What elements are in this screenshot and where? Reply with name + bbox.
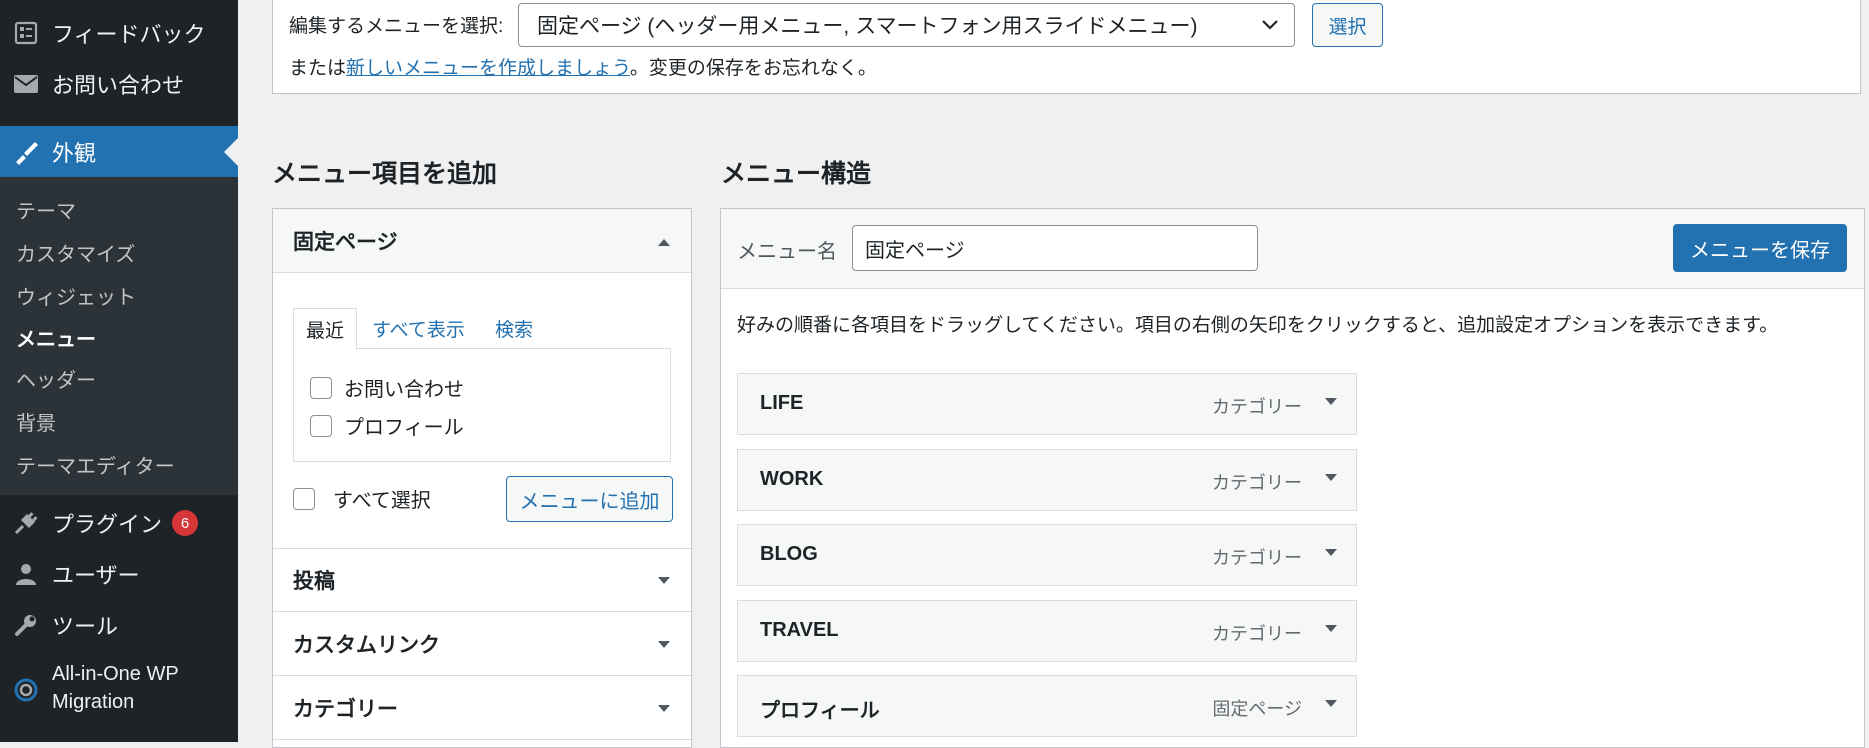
caret-down-icon — [657, 632, 671, 656]
note-suffix: 。変更の保存をお忘れなく。 — [629, 58, 877, 79]
menu-item-type: カテゴリー — [1212, 397, 1302, 417]
sidebar-item-label: フィードバック — [52, 22, 206, 47]
submenu-item-menus[interactable]: メニュー — [16, 323, 96, 352]
sidebar-item-label: ユーザー — [52, 563, 140, 588]
menu-select-dropdown[interactable]: 固定ページ (ヘッダー用メニュー, スマートフォン用スライドメニュー) — [518, 3, 1295, 47]
page-checkbox-label: プロフィール — [344, 417, 464, 439]
menu-item-type: カテゴリー — [1212, 548, 1302, 568]
select-menu-box: 編集するメニューを選択: 固定ページ (ヘッダー用メニュー, スマートフォン用ス… — [272, 0, 1861, 94]
update-count-badge: 6 — [172, 510, 199, 536]
select-all-label: すべて選択 — [333, 490, 431, 512]
submenu-item-theme-editor[interactable]: テーマエディター — [16, 450, 175, 479]
caret-up-icon — [657, 229, 671, 253]
accordion-pages-header[interactable]: 固定ページ — [273, 209, 691, 273]
menu-item-title: プロフィール — [760, 700, 880, 722]
user-icon — [12, 560, 40, 588]
select-menu-label: 編集するメニューを選択: — [289, 16, 504, 37]
menu-name-label: メニュー名 — [737, 241, 837, 263]
expand-arrow-icon[interactable] — [1324, 696, 1338, 714]
sidebar-item-label: All-in-One WP Migration — [52, 660, 179, 716]
caret-down-icon — [657, 696, 671, 720]
drag-instructions: 好みの順番に各項目をドラッグしてください。項目の右側の矢印をクリックすると、追加… — [737, 315, 1779, 336]
menu-item-title: WORK — [760, 468, 824, 490]
accordion-custom-links-header[interactable]: カスタムリンク — [273, 612, 691, 676]
sidebar-item-tools[interactable]: ツール — [0, 600, 238, 650]
sidebar-item-migration[interactable]: All-in-One WP Migration — [0, 658, 238, 718]
select-button[interactable]: 選択 — [1312, 3, 1383, 47]
submenu-item-themes[interactable]: テーマ — [16, 195, 76, 224]
menu-item-title: BLOG — [760, 543, 818, 565]
accordion-title: カスタムリンク — [293, 633, 440, 657]
page-checkbox[interactable] — [310, 376, 332, 399]
caret-down-icon — [657, 568, 671, 592]
menu-item-type: カテゴリー — [1212, 624, 1302, 644]
menu-structure-header: メニュー名 メニューを保存 — [721, 209, 1864, 289]
migration-label-line1: All-in-One WP — [52, 663, 179, 685]
add-menu-items-panel: 固定ページ 最近 すべて表示 検索 お問い合わせ プロフィール すべて選択 メニ… — [272, 208, 692, 748]
menu-item-row[interactable]: LIFE カテゴリー — [737, 373, 1357, 435]
sidebar-item-plugins[interactable]: プラグイン 6 — [0, 498, 238, 548]
migration-icon — [12, 676, 40, 704]
sidebar-item-label: プラグイン 6 — [52, 507, 199, 539]
tab-recent[interactable]: 最近 — [293, 308, 357, 350]
menu-item-title: TRAVEL — [760, 619, 839, 641]
accordion-title: カテゴリー — [293, 697, 398, 721]
plugin-icon — [12, 509, 40, 537]
submenu-item-widgets[interactable]: ウィジェット — [16, 281, 136, 310]
accordion-categories-header[interactable]: カテゴリー — [273, 676, 691, 740]
accordion-posts-header[interactable]: 投稿 — [273, 548, 691, 612]
appearance-submenu: テーマ カスタマイズ ウィジェット メニュー ヘッダー 背景 テーマエディター — [0, 177, 238, 495]
create-new-menu-link[interactable]: 新しいメニューを作成しましょう — [346, 58, 630, 79]
recent-pages-list: お問い合わせ プロフィール — [293, 348, 671, 462]
sidebar-item-label: お問い合わせ — [52, 73, 185, 98]
submenu-item-customize[interactable]: カスタマイズ — [16, 238, 135, 267]
create-menu-note: または新しいメニューを作成しましょう。変更の保存をお忘れなく。 — [289, 53, 877, 80]
sidebar-item-label: 外観 — [52, 140, 97, 166]
add-to-menu-button[interactable]: メニューに追加 — [506, 476, 673, 522]
add-menu-items-heading: メニュー項目を追加 — [272, 160, 498, 188]
select-all-row[interactable]: すべて選択 — [293, 484, 431, 513]
menu-structure-panel: メニュー名 メニューを保存 好みの順番に各項目をドラッグしてください。項目の右側… — [720, 208, 1865, 748]
menu-select-value: 固定ページ (ヘッダー用メニュー, スマートフォン用スライドメニュー) — [537, 15, 1198, 38]
plugins-label: プラグイン — [52, 512, 163, 537]
menu-item-row[interactable]: プロフィール 固定ページ — [737, 675, 1357, 737]
sidebar-item-label: ツール — [52, 614, 119, 639]
page-checkbox-label: お問い合わせ — [344, 379, 464, 401]
menu-item-type: 固定ページ — [1212, 699, 1302, 719]
page-checkbox-row[interactable]: お問い合わせ — [310, 373, 464, 402]
menu-item-row[interactable]: TRAVEL カテゴリー — [737, 600, 1357, 662]
page-checkbox[interactable] — [310, 414, 332, 437]
migration-label-line2: Migration — [52, 691, 135, 713]
sidebar-item-appearance[interactable]: 外観 — [0, 126, 238, 177]
submenu-item-background[interactable]: 背景 — [16, 407, 56, 436]
expand-arrow-icon[interactable] — [1324, 470, 1338, 488]
accordion-title: 固定ページ — [293, 230, 398, 254]
menu-name-input[interactable] — [852, 225, 1258, 271]
admin-sidebar: フィードバック お問い合わせ 外観 テーマ カスタマイズ ウィジェット メニュー… — [0, 0, 238, 742]
accordion-title: 投稿 — [293, 570, 335, 593]
expand-arrow-icon[interactable] — [1324, 394, 1338, 412]
menu-item-title: LIFE — [760, 392, 804, 414]
expand-arrow-icon[interactable] — [1324, 621, 1338, 639]
mail-icon — [12, 70, 40, 98]
select-all-checkbox[interactable] — [293, 487, 315, 510]
menu-structure-heading: メニュー構造 — [721, 160, 872, 188]
save-menu-button[interactable]: メニューを保存 — [1673, 224, 1847, 272]
menu-item-row[interactable]: WORK カテゴリー — [737, 449, 1357, 511]
chevron-down-icon — [1260, 14, 1280, 40]
expand-arrow-icon[interactable] — [1324, 545, 1338, 563]
wrench-icon — [12, 611, 40, 639]
sidebar-item-feedback[interactable]: フィードバック — [0, 8, 238, 58]
submenu-item-header[interactable]: ヘッダー — [16, 364, 96, 393]
note-prefix: または — [289, 58, 347, 79]
feedback-icon — [12, 19, 40, 47]
page-checkbox-row[interactable]: プロフィール — [310, 411, 464, 440]
paintbrush-icon — [12, 138, 40, 166]
tab-search[interactable]: 検索 — [495, 308, 533, 348]
sidebar-item-users[interactable]: ユーザー — [0, 549, 238, 599]
menu-item-row[interactable]: BLOG カテゴリー — [737, 524, 1357, 586]
menu-item-type: カテゴリー — [1212, 473, 1302, 493]
tab-view-all[interactable]: すべて表示 — [372, 308, 465, 348]
sidebar-item-contact[interactable]: お問い合わせ — [0, 59, 238, 109]
